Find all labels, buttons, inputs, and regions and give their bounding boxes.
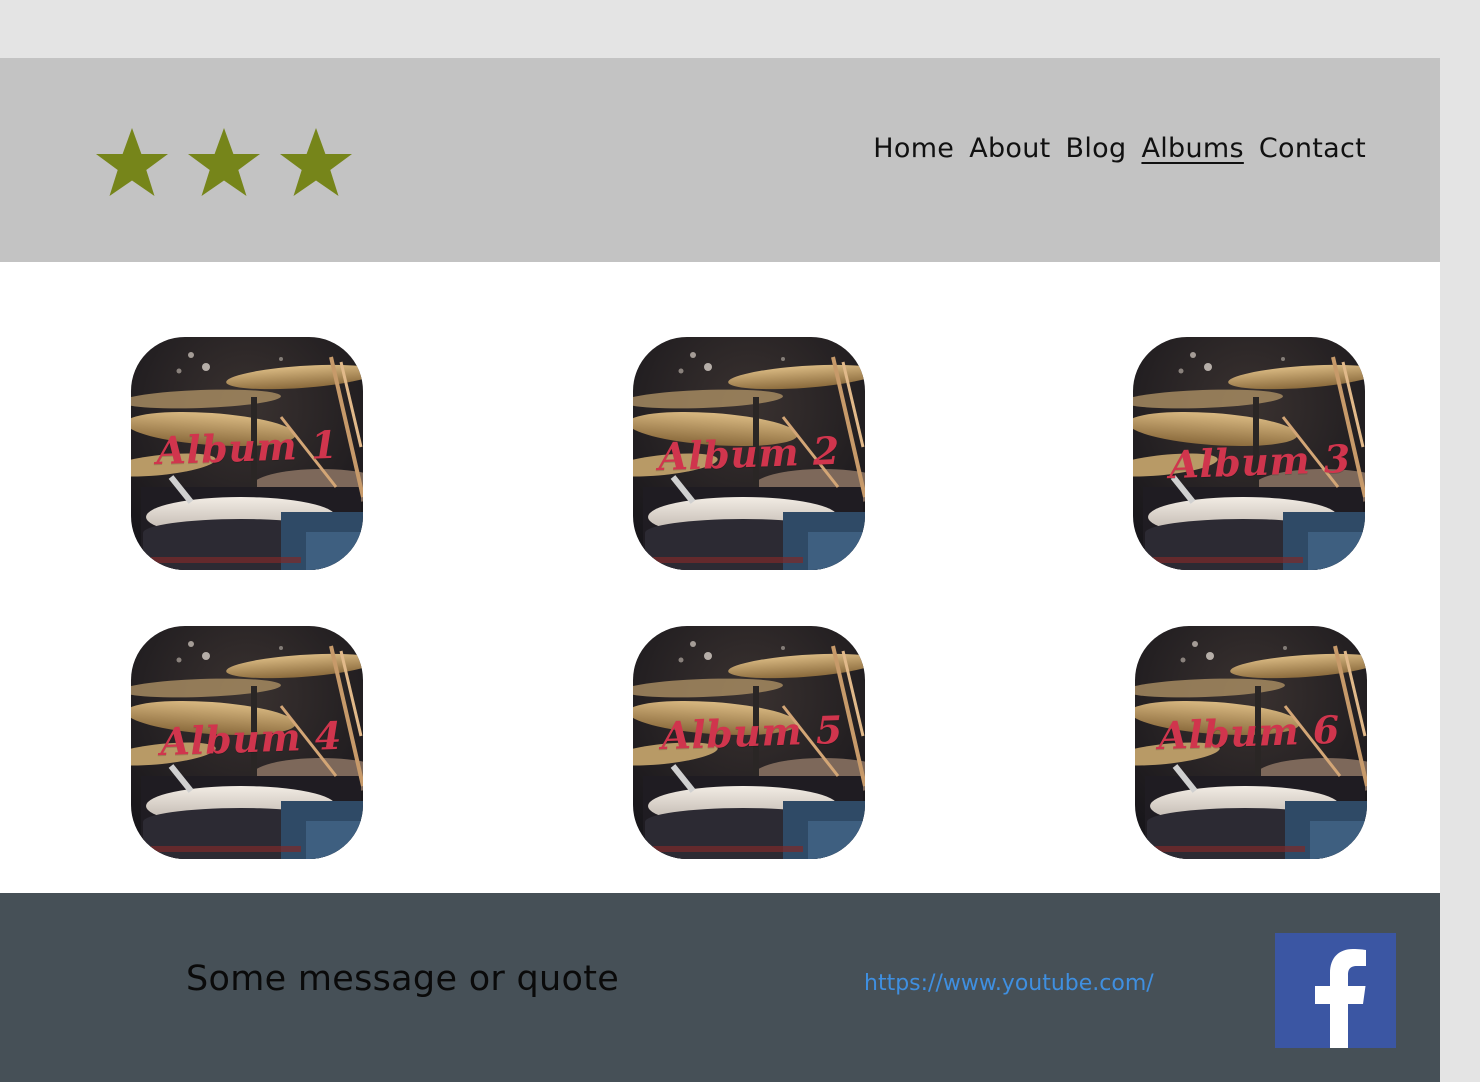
nav-blog[interactable]: Blog: [1066, 133, 1127, 164]
star-icon: [188, 128, 260, 196]
page: Home About Blog Albums Contact Album 1 A…: [0, 0, 1480, 1082]
footer-quote: Some message or quote: [186, 959, 620, 999]
right-gutter: [1440, 58, 1480, 1082]
album-title: Album 1: [155, 421, 339, 474]
star-icon: [96, 128, 168, 196]
site-footer: Some message or quote https://www.youtub…: [0, 893, 1440, 1082]
nav-home[interactable]: Home: [873, 133, 954, 164]
youtube-link[interactable]: https://www.youtube.com/: [864, 971, 1154, 996]
nav-albums[interactable]: Albums: [1141, 133, 1243, 164]
album-card-3[interactable]: Album 3: [1133, 337, 1365, 570]
album-card-6[interactable]: Album 6: [1135, 626, 1367, 859]
album-card-1[interactable]: Album 1: [131, 337, 363, 570]
nav-contact[interactable]: Contact: [1259, 133, 1366, 164]
album-card-5[interactable]: Album 5: [633, 626, 865, 859]
facebook-icon: [1315, 949, 1366, 1048]
main-nav: Home About Blog Albums Contact: [873, 133, 1366, 164]
star-icon: [280, 128, 352, 196]
album-card-4[interactable]: Album 4: [131, 626, 363, 859]
album-grid: Album 1 Album 2 Album 3 Album 4 Album 5 …: [0, 262, 1440, 893]
nav-about[interactable]: About: [969, 133, 1050, 164]
album-title: Album 5: [660, 706, 844, 759]
site-header: Home About Blog Albums Contact: [0, 58, 1440, 262]
facebook-button[interactable]: [1275, 933, 1396, 1048]
album-title: Album 6: [1157, 706, 1341, 759]
logo[interactable]: [88, 124, 368, 202]
album-card-2[interactable]: Album 2: [633, 337, 865, 570]
top-margin: [0, 0, 1480, 58]
album-title: Album 2: [657, 427, 841, 480]
album-title: Album 4: [159, 712, 343, 765]
album-title: Album 3: [1168, 435, 1352, 488]
